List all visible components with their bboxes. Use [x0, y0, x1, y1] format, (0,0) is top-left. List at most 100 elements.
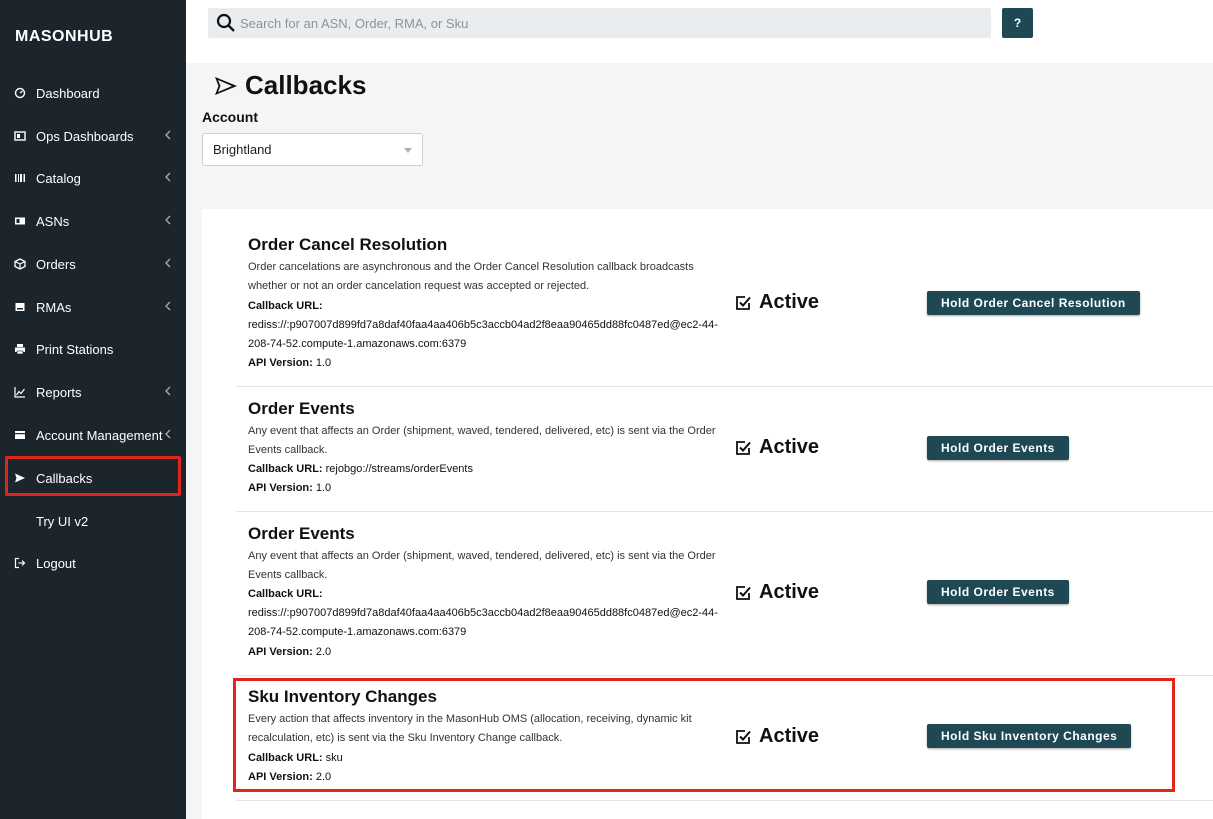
callback-title: Order Events — [248, 399, 355, 418]
cube-icon — [14, 258, 26, 270]
api-version-label: API Version: — [248, 482, 313, 494]
sidebar-item-label: ASNs — [36, 213, 70, 229]
search-input[interactable] — [240, 15, 980, 31]
callback-title: Sku Inventory Changes — [248, 687, 437, 706]
checkbox-checked-icon — [736, 295, 751, 310]
callback-row: Order Events Any event that affects an O… — [236, 512, 1213, 676]
page-title-text: Callbacks — [245, 70, 367, 100]
callback-url: Callback URL: — [248, 585, 718, 604]
logout-icon — [14, 557, 26, 569]
sidebar-item-orders[interactable]: Orders — [0, 244, 186, 284]
page-title: Callbacks — [214, 70, 366, 101]
gauge-icon — [14, 87, 26, 99]
sidebar-item-ops-dashboards[interactable]: Ops Dashboards — [0, 116, 186, 156]
send-icon — [215, 76, 237, 95]
status-text: Active — [759, 291, 820, 313]
callback-status: Active — [735, 291, 819, 314]
api-version: API Version: 2.0 — [248, 643, 718, 662]
barcode-icon — [14, 172, 26, 184]
callback-url-label: Callback URL: — [248, 463, 323, 475]
chevron-left-icon — [165, 429, 171, 439]
callback-url: Callback URL: — [248, 297, 718, 316]
search-bar — [208, 8, 991, 38]
callback-url-label: Callback URL: — [248, 752, 323, 764]
sidebar-item-callbacks[interactable]: Callbacks — [0, 458, 186, 498]
callback-title: Order Cancel Resolution — [248, 235, 448, 254]
hold-order-events-button[interactable]: Hold Order Events — [927, 436, 1069, 460]
sidebar-item-label: Print Stations — [36, 341, 114, 357]
chevron-left-icon — [165, 386, 171, 396]
sidebar-item-label: Catalog — [36, 170, 81, 186]
callback-description: Every action that affects inventory in t… — [248, 713, 692, 744]
hold-order-events-button[interactable]: Hold Order Events — [927, 580, 1069, 604]
sidebar-item-label: Ops Dashboards — [36, 128, 134, 144]
chevron-left-icon — [165, 215, 171, 225]
dashboards-icon — [14, 130, 26, 142]
callback-url-value: rejobgo://streams/orderEvents — [325, 463, 473, 475]
status-text: Active — [759, 581, 820, 603]
sidebar-item-label: Account Management — [36, 427, 163, 443]
sidebar-item-catalog[interactable]: Catalog — [0, 158, 186, 198]
sidebar-item-rmas[interactable]: RMAs — [0, 287, 186, 327]
callback-description: Any event that affects an Order (shipmen… — [248, 550, 716, 581]
callback-row: Order Cancel Resolution Order cancelatio… — [236, 222, 1213, 387]
api-version-label: API Version: — [248, 771, 313, 783]
printer-icon — [14, 343, 26, 355]
hold-order-cancel-resolution-button[interactable]: Hold Order Cancel Resolution — [927, 291, 1140, 315]
chevron-left-icon — [165, 301, 171, 311]
callback-title: Order Events — [248, 524, 355, 543]
status-text: Active — [759, 725, 820, 747]
help-button[interactable]: ? — [1002, 8, 1033, 38]
masonhub-logo[interactable]: MASONHUB — [15, 28, 113, 46]
api-version-value: 2.0 — [315, 646, 332, 658]
status-text: Active — [759, 436, 820, 458]
account-select-value: Brightland — [213, 142, 272, 157]
sidebar: MASONHUB Dashboard Ops Dashboards Catalo… — [0, 0, 186, 819]
sidebar-item-label: Orders — [36, 256, 76, 272]
caret-down-icon — [404, 148, 412, 153]
chevron-left-icon — [165, 258, 171, 268]
callback-url-value: rediss://:p907007d899fd7a8daf40faa4aa406… — [248, 607, 718, 638]
sidebar-item-label: Dashboard — [36, 85, 100, 101]
sidebar-item-label: Logout — [36, 555, 76, 571]
callback-url-value: sku — [325, 752, 343, 764]
sidebar-item-label: Reports — [36, 384, 82, 400]
callback-url-value: rediss://:p907007d899fd7a8daf40faa4aa406… — [248, 319, 718, 350]
sidebar-item-logout[interactable]: Logout — [0, 543, 186, 583]
sidebar-item-label: RMAs — [36, 299, 72, 315]
api-version-value: 1.0 — [315, 357, 332, 369]
sidebar-item-reports[interactable]: Reports — [0, 372, 186, 412]
send-icon — [14, 472, 26, 484]
line-chart-icon — [14, 386, 26, 398]
sidebar-item-print-stations[interactable]: Print Stations — [0, 329, 186, 369]
callback-row: Sku Inventory Changes Every action that … — [236, 676, 1213, 801]
callback-url-label: Callback URL: — [248, 588, 323, 600]
api-version-label: API Version: — [248, 357, 313, 369]
callback-status: Active — [735, 581, 819, 604]
top-bar: ? — [186, 0, 1213, 63]
account-select[interactable]: Brightland — [202, 133, 423, 166]
callback-url: Callback URL: rejobgo://streams/orderEve… — [248, 460, 718, 479]
sidebar-item-asns[interactable]: ASNs — [0, 201, 186, 241]
account-label: Account — [202, 109, 258, 125]
search-icon — [216, 13, 235, 32]
callback-description: Any event that affects an Order (shipmen… — [248, 425, 716, 456]
chevron-left-icon — [165, 172, 171, 182]
sidebar-item-label: Callbacks — [36, 470, 93, 486]
checkbox-checked-icon — [736, 440, 751, 455]
callback-row: Order Events Any event that affects an O… — [236, 387, 1213, 512]
box-icon — [14, 301, 26, 313]
sidebar-item-account-management[interactable]: Account Management — [0, 415, 186, 455]
api-version-label: API Version: — [248, 646, 313, 658]
callback-description: Order cancelations are asynchronous and … — [248, 261, 694, 292]
sidebar-item-try-ui-v2[interactable]: Try UI v2 — [0, 501, 186, 541]
sidebar-item-label: Try UI v2 — [36, 513, 89, 529]
api-version: API Version: 1.0 — [248, 354, 718, 373]
sidebar-item-dashboard[interactable]: Dashboard — [0, 73, 186, 113]
callback-status: Active — [735, 436, 819, 459]
checkbox-checked-icon — [736, 585, 751, 600]
callback-url-label: Callback URL: — [248, 300, 323, 312]
hold-sku-inventory-changes-button[interactable]: Hold Sku Inventory Changes — [927, 724, 1132, 748]
api-version: API Version: 2.0 — [248, 768, 718, 787]
account-icon — [14, 429, 26, 441]
